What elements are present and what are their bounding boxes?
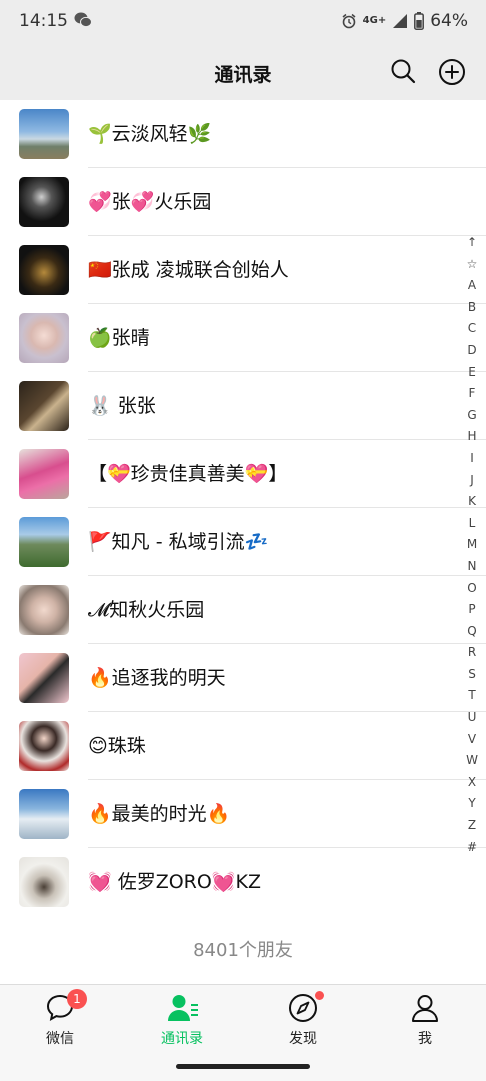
contacts-icon — [168, 995, 198, 1021]
network-type: 4G+ — [362, 15, 387, 26]
index-letter[interactable]: I — [462, 448, 482, 470]
notification-dot — [315, 991, 324, 1000]
avatar — [19, 721, 69, 771]
contact-row[interactable]: 🚩知凡 - 私域引流💤 — [0, 508, 486, 576]
contact-row[interactable]: 𝓜知秋火乐园 — [0, 576, 486, 644]
contact-row[interactable]: 🔥追逐我的明天 — [0, 644, 486, 712]
top-bar: 通讯录 — [0, 44, 486, 100]
avatar — [19, 381, 69, 431]
battery-icon — [414, 12, 425, 30]
index-letter[interactable]: H — [462, 426, 482, 448]
friend-count: 8401个朋友 — [0, 918, 486, 984]
avatar — [19, 245, 69, 295]
status-right: 4G+ 64% — [341, 11, 468, 31]
avatar — [19, 789, 69, 839]
contact-name: 🇨🇳张成 凌城联合创始人 — [88, 259, 289, 281]
index-letter[interactable]: ↑ — [462, 232, 482, 254]
avatar — [19, 449, 69, 499]
index-letter[interactable]: T — [462, 685, 482, 707]
status-time: 14:15 — [19, 11, 68, 31]
compass-icon — [289, 994, 317, 1022]
battery-level: 64% — [430, 11, 468, 31]
contact-row[interactable]: 🍏张晴 — [0, 304, 486, 372]
index-letter[interactable]: R — [462, 642, 482, 664]
contact-row[interactable]: 💞张💞火乐园 — [0, 168, 486, 236]
add-icon[interactable] — [438, 58, 466, 86]
contact-name: 🔥最美的时光🔥 — [88, 803, 231, 825]
contact-row[interactable]: 😊珠珠 — [0, 712, 486, 780]
alphabet-index[interactable]: ↑ ☆ A B C D E F G H I J K L M N O P Q R S T U V W X Y Z # — [462, 232, 482, 858]
avatar — [19, 177, 69, 227]
index-letter[interactable]: B — [462, 297, 482, 319]
avatar — [19, 653, 69, 703]
home-indicator[interactable] — [176, 1064, 310, 1069]
tab-me[interactable]: 我 — [380, 993, 470, 1053]
index-letter[interactable]: F — [462, 383, 482, 405]
contact-name: 🚩知凡 - 私域引流💤 — [88, 531, 269, 553]
tab-label: 我 — [418, 1031, 432, 1047]
index-letter[interactable]: ☆ — [462, 254, 482, 276]
tab-discover[interactable]: 发现 — [258, 991, 348, 1053]
avatar — [19, 517, 69, 567]
index-letter[interactable]: M — [462, 534, 482, 556]
unread-badge: 1 — [67, 989, 87, 1009]
contact-name: 【💝珍贵佳真善美💝】 — [88, 463, 288, 485]
index-letter[interactable]: S — [462, 664, 482, 686]
tab-chats[interactable]: 1 微信 — [15, 989, 105, 1053]
tab-label: 通讯录 — [161, 1031, 203, 1047]
alarm-icon — [342, 13, 356, 29]
contact-name: 🐰 张张 — [88, 395, 156, 417]
contact-row[interactable]: 🇨🇳张成 凌城联合创始人 — [0, 236, 486, 304]
index-letter[interactable]: # — [462, 837, 482, 859]
contact-name: 💓 佐罗ZORO💓KZ — [88, 871, 261, 893]
contact-name: 💞张💞火乐园 — [88, 191, 212, 213]
contact-name: 🍏张晴 — [88, 327, 150, 349]
avatar — [19, 109, 69, 159]
tab-label: 微信 — [46, 1031, 74, 1047]
avatar — [19, 857, 69, 907]
index-letter[interactable]: N — [462, 556, 482, 578]
index-letter[interactable]: K — [462, 491, 482, 513]
index-letter[interactable]: Z — [462, 815, 482, 837]
contact-row[interactable]: 🌱云淡风轻🌿 — [0, 100, 486, 168]
avatar — [19, 585, 69, 635]
index-letter[interactable]: L — [462, 513, 482, 535]
index-letter[interactable]: O — [462, 578, 482, 600]
index-letter[interactable]: P — [462, 599, 482, 621]
contact-list: 🌱云淡风轻🌿 💞张💞火乐园 🇨🇳张成 凌城联合创始人 🍏张晴 🐰 张张 【💝珍贵… — [0, 100, 486, 918]
wechat-notification-icon — [74, 12, 92, 28]
contact-name: 𝓜知秋火乐园 — [88, 599, 205, 621]
index-letter[interactable]: Y — [462, 793, 482, 815]
index-letter[interactable]: A — [462, 275, 482, 297]
signal-icon — [393, 14, 408, 28]
contact-row[interactable]: 🔥最美的时光🔥 — [0, 780, 486, 848]
avatar — [19, 313, 69, 363]
tab-label: 发现 — [289, 1031, 317, 1047]
index-letter[interactable]: Q — [462, 621, 482, 643]
contact-row[interactable]: 【💝珍贵佳真善美💝】 — [0, 440, 486, 508]
index-letter[interactable]: J — [462, 470, 482, 492]
contact-name: 😊珠珠 — [88, 735, 146, 757]
status-bar: 14:15 4G+ 64% — [0, 0, 486, 44]
index-letter[interactable]: C — [462, 318, 482, 340]
person-icon — [412, 995, 438, 1022]
index-letter[interactable]: V — [462, 729, 482, 751]
contact-name: 🔥追逐我的明天 — [88, 667, 226, 689]
index-letter[interactable]: E — [462, 362, 482, 384]
index-letter[interactable]: U — [462, 707, 482, 729]
index-letter[interactable]: X — [462, 772, 482, 794]
contact-row[interactable]: 💓 佐罗ZORO💓KZ — [0, 848, 486, 916]
contact-row[interactable]: 🐰 张张 — [0, 372, 486, 440]
index-letter[interactable]: W — [462, 750, 482, 772]
tab-contacts[interactable]: 通讯录 — [137, 993, 227, 1053]
index-letter[interactable]: D — [462, 340, 482, 362]
search-icon[interactable] — [390, 58, 416, 84]
contact-name: 🌱云淡风轻🌿 — [88, 123, 212, 145]
index-letter[interactable]: G — [462, 405, 482, 427]
